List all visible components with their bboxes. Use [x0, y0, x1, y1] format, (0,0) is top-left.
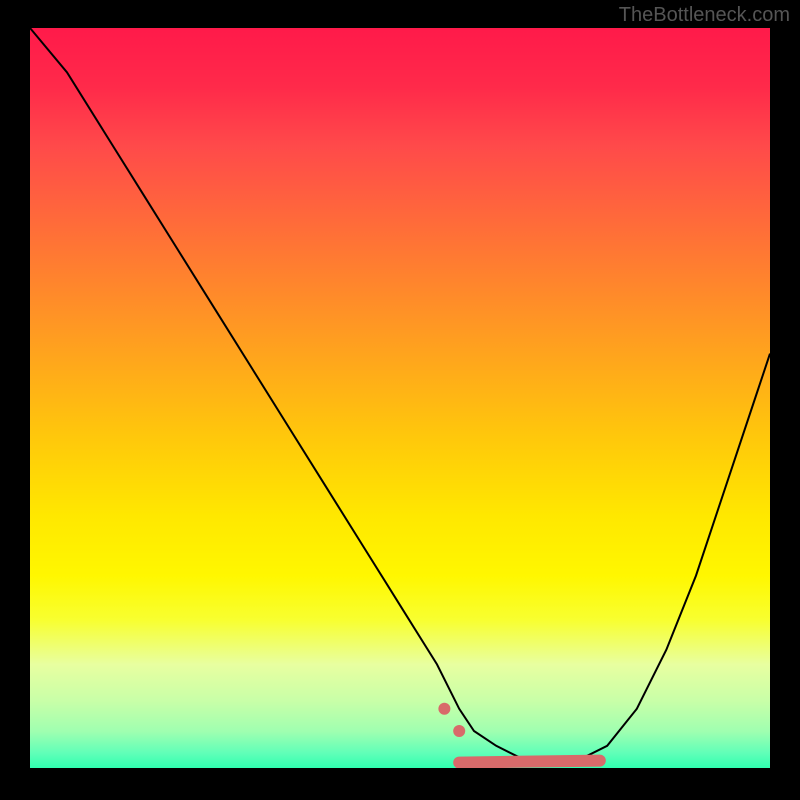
optimal-range-marker [459, 761, 600, 763]
bottleneck-curve [30, 28, 770, 761]
marker-dot [438, 703, 450, 715]
plot-area [30, 28, 770, 768]
marker-dots [438, 703, 465, 737]
marker-dot [453, 725, 465, 737]
watermark-text: TheBottleneck.com [619, 4, 790, 27]
chart-svg [30, 28, 770, 768]
